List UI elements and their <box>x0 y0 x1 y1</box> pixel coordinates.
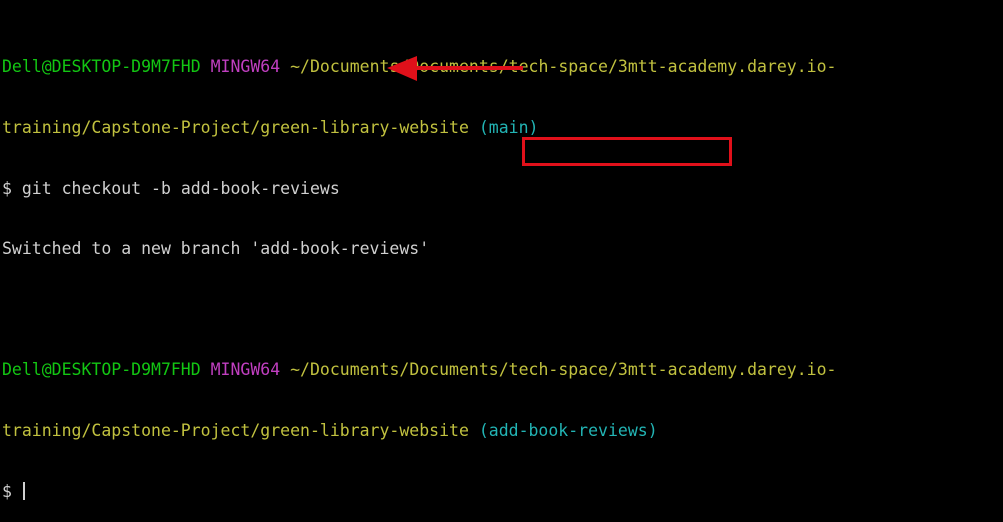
prompt-header-2-cont: training/Capstone-Project/green-library-… <box>2 421 1002 441</box>
shell-name: MINGW64 <box>210 57 281 77</box>
cwd-path-part1: ~/Documents/Documents/tech-space/3mtt-ac… <box>290 57 837 77</box>
user-host: Dell@DESKTOP-D9M7FHD <box>2 57 201 77</box>
text-cursor[interactable] <box>22 481 25 500</box>
git-branch: (main) <box>478 118 539 137</box>
output-text: Switched to a new branch 'add-book-revie… <box>2 239 430 259</box>
active-prompt-line[interactable]: $ <box>2 481 1002 502</box>
cwd-path-part2: training/Capstone-Project/green-library-… <box>2 118 469 137</box>
prompt-symbol: $ <box>2 481 12 501</box>
command-text: git checkout -b add-book-reviews <box>21 178 340 198</box>
prompt-symbol: $ <box>2 178 12 198</box>
red-arrow-annotation <box>387 56 523 81</box>
prompt-header-2: Dell@DESKTOP-D9M7FHD MINGW64 ~/Documents… <box>2 360 1002 380</box>
user-host: Dell@DESKTOP-D9M7FHD <box>2 360 201 380</box>
prompt-header-1-cont: training/Capstone-Project/green-library-… <box>2 118 1002 138</box>
command-output: Switched to a new branch 'add-book-revie… <box>2 239 1002 259</box>
shell-name: MINGW64 <box>210 360 281 380</box>
cwd-path-part1: ~/Documents/Documents/tech-space/3mtt-ac… <box>290 360 837 380</box>
cwd-path-part2: training/Capstone-Project/green-library-… <box>2 420 469 440</box>
terminal-output[interactable]: Dell@DESKTOP-D9M7FHD MINGW64 ~/Documents… <box>2 17 1002 522</box>
git-branch: (add-book-reviews) <box>478 420 658 440</box>
command-line: $ git checkout -b add-book-reviews <box>2 179 1002 199</box>
branch-highlight-box <box>522 137 732 166</box>
